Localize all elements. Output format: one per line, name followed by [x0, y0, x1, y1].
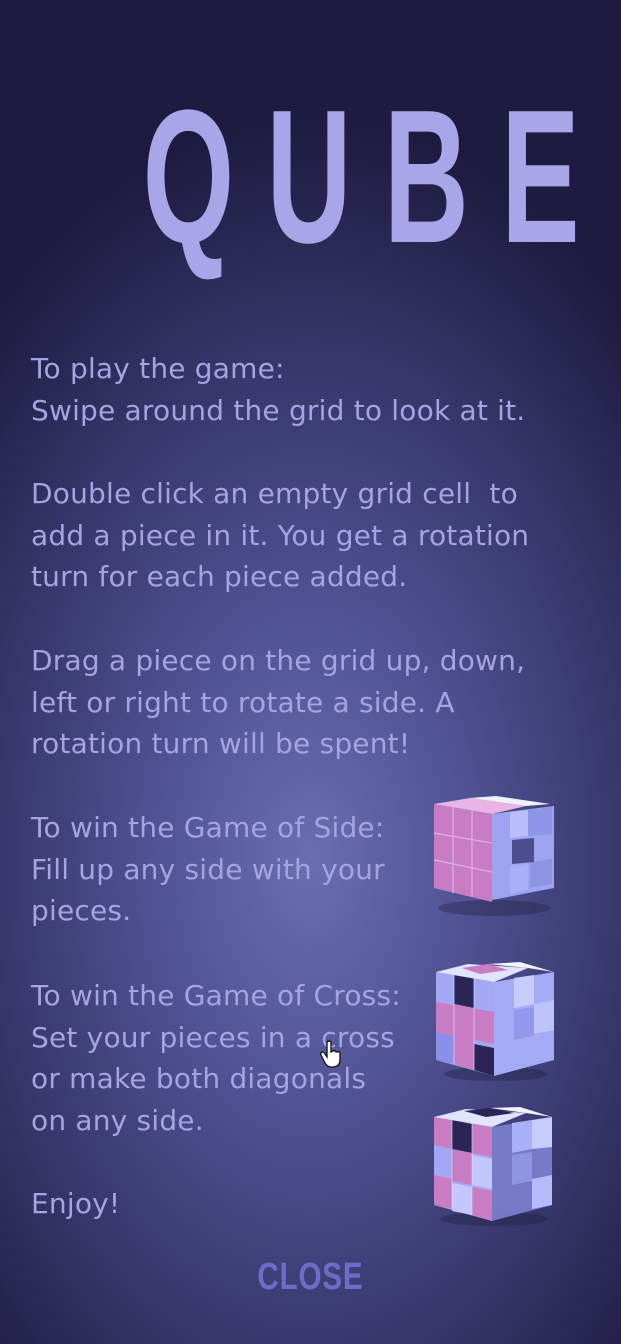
game-title: QUBE	[142, 71, 612, 283]
instructions-cross-win: To win the Game of Cross: Set your piece…	[31, 979, 401, 1137]
close-button[interactable]: CLOSE	[68, 1256, 552, 1299]
instructions-add-piece: Double click an empty grid cell to add a…	[31, 477, 530, 594]
cube-diagonal-icon	[434, 1107, 552, 1226]
enjoy-text: Enjoy!	[31, 1187, 121, 1220]
hand-cursor-icon	[320, 1040, 341, 1068]
instructions-play: To play the game: Swipe around the grid …	[31, 352, 526, 427]
instructions-side-win: To win the Game of Side: Fill up any sid…	[31, 811, 385, 928]
instructions-rotate: Drag a piece on the grid up, down, left …	[31, 644, 526, 761]
cube-side-icon	[433, 796, 554, 916]
cube-cross-icon	[436, 962, 554, 1081]
